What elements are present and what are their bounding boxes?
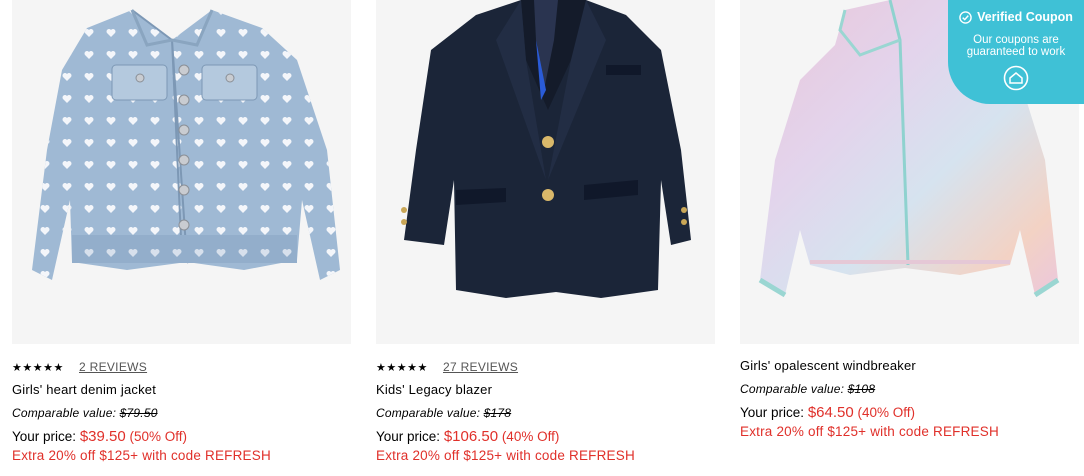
house-badge-icon: [1003, 65, 1029, 91]
discount-percent: (40% Off): [501, 429, 560, 444]
promo-text: Extra 20% off $125+ with code REFRESH: [12, 448, 271, 463]
denim-jacket-image: [32, 9, 340, 280]
your-price: Your price: $106.50 (40% Off): [376, 428, 716, 446]
product-name[interactable]: Girls' opalescent windbreaker: [740, 358, 1080, 374]
product-image-blazer[interactable]: [376, 0, 715, 344]
promo-text: Extra 20% off $125+ with code REFRESH: [740, 424, 999, 439]
comparable-value: Comparable value: $79.50: [12, 405, 352, 421]
promo-text: Extra 20% off $125+ with code REFRESH: [376, 448, 635, 463]
your-price: Your price: $39.50 (50% Off): [12, 428, 352, 446]
product-name[interactable]: Kids' Legacy blazer: [376, 382, 716, 398]
coupon-title: Verified Coupon: [977, 10, 1073, 24]
sale-price: $64.50: [807, 404, 854, 421]
comparable-label: Comparable value:: [12, 406, 117, 420]
rating-row: ★★★★★ 27 REVIEWS: [376, 358, 716, 376]
reviews-link[interactable]: 27 REVIEWS: [443, 360, 518, 374]
price-label: Your price:: [376, 429, 441, 444]
comparable-label: Comparable value:: [376, 406, 481, 420]
product-name[interactable]: Girls' heart denim jacket: [12, 382, 352, 398]
comparable-price: $178: [483, 406, 512, 420]
reviews-link[interactable]: 2 REVIEWS: [79, 360, 147, 374]
verified-coupon-badge[interactable]: Verified Coupon Our coupons are guarante…: [948, 0, 1084, 104]
comparable-label: Comparable value:: [740, 382, 845, 396]
price-label: Your price:: [740, 405, 805, 420]
product-card-heart-denim-jacket[interactable]: ★★★★★ 2 REVIEWS Girls' heart denim jacke…: [12, 0, 352, 463]
product-card-legacy-blazer[interactable]: ★★★★★ 27 REVIEWS Kids' Legacy blazer Com…: [376, 0, 716, 463]
discount-percent: (50% Off): [129, 429, 187, 444]
comparable-value: Comparable value: $178: [376, 405, 716, 421]
star-rating: ★★★★★: [376, 361, 428, 374]
rating-row: ★★★★★ 2 REVIEWS: [12, 358, 352, 376]
sale-price: $106.50: [443, 428, 499, 445]
sale-price: $39.50: [79, 428, 126, 445]
comparable-price: $108: [847, 382, 876, 396]
your-price: Your price: $64.50 (40% Off): [740, 404, 1080, 422]
star-rating: ★★★★★: [12, 361, 64, 374]
price-label: Your price:: [12, 429, 77, 444]
check-circle-icon: [959, 10, 972, 24]
product-image-denim-jacket[interactable]: [12, 0, 351, 344]
coupon-header: Verified Coupon: [948, 9, 1084, 25]
comparable-value: Comparable value: $108: [740, 381, 1080, 397]
blazer-image: [401, 0, 691, 298]
coupon-subtitle: Our coupons are guaranteed to work: [966, 34, 1066, 58]
discount-percent: (40% Off): [857, 405, 915, 420]
comparable-price: $79.50: [119, 406, 158, 420]
